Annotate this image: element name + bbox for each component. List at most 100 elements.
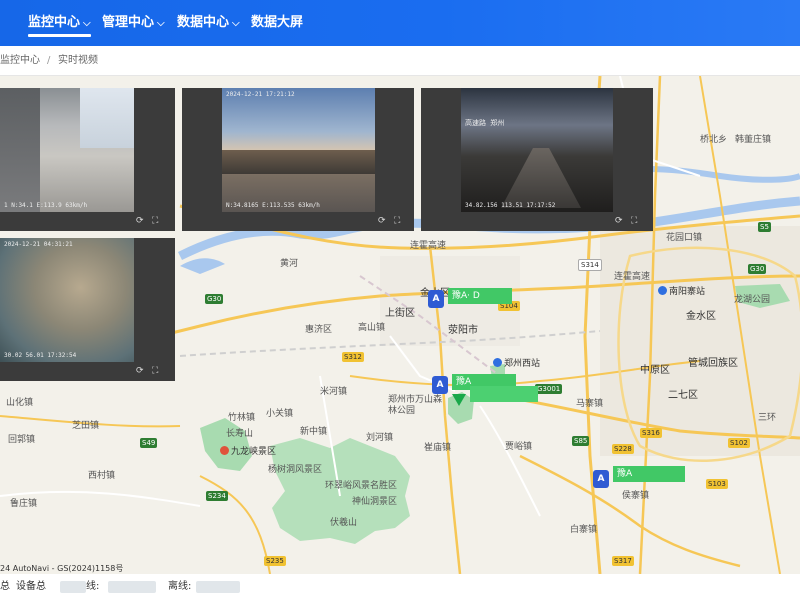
poi-zhengzhou-west-station[interactable]: 郑州西站	[493, 356, 540, 369]
nav-monitor-center[interactable]: 监控中心 ⌵	[28, 0, 91, 46]
fullscreen-icon[interactable]: ⛶	[394, 216, 400, 226]
nav-data-center[interactable]: 数据中心 ⌵	[177, 0, 240, 46]
map-label: 桥北乡	[700, 135, 728, 145]
road-shield: S228	[612, 444, 634, 454]
redacted-value	[196, 581, 240, 593]
road-shield: S316	[640, 428, 662, 438]
vehicle-direction-icon	[452, 394, 466, 406]
map-label: 黄河	[280, 259, 299, 269]
vehicle-marker[interactable]: A	[428, 290, 444, 308]
map-label: 白寨镇	[570, 525, 598, 535]
poi-jiulong-gorge[interactable]: 九龙峡景区	[220, 444, 276, 457]
status-bar: 总 设备总 线: 离线:	[0, 574, 800, 600]
breadcrumb-item-realtime-video: 实时视频	[58, 55, 98, 66]
redacted-value	[60, 581, 86, 593]
breadcrumb: 监控中心 / 实时视频	[0, 46, 800, 76]
vehicle-marker[interactable]: A	[593, 470, 609, 488]
video-tile-1[interactable]: 1 N:34.1 E:113.9 63km/h ⟳ ⛶	[0, 88, 175, 231]
map-label: 崔庙镇	[424, 443, 452, 453]
fullscreen-icon[interactable]: ⛶	[152, 216, 158, 226]
status-label: 总	[0, 581, 10, 592]
map-label: 龙湖公园	[734, 295, 771, 305]
chevron-down-icon: ⌵	[232, 18, 240, 29]
map-copyright: 24 AutoNavi - GS(2024)1158号	[0, 564, 124, 573]
video-frame: 2024-12-21 17:21:12 N:34.8165 E:113.535 …	[222, 88, 375, 212]
map-label: 三环	[758, 413, 777, 423]
map-label: 芝田镇	[72, 421, 100, 431]
road-shield: G30	[205, 294, 224, 304]
vehicle-plate-label[interactable]: 豫A· D	[448, 288, 512, 304]
video-tile-3[interactable]: 高速路 郑州 34.82.156 113.51 17:17:52 ⟳ ⛶	[421, 88, 653, 231]
map-label: 长寿山	[226, 429, 254, 439]
refresh-icon[interactable]: ⟳	[136, 216, 144, 226]
map-label: 杨树洞风景区	[268, 465, 323, 475]
map-label: 韩董庄镇	[735, 135, 772, 145]
map-label: 神仙洞景区	[352, 497, 398, 507]
map-label: 鲁庄镇	[10, 499, 38, 509]
video-osd-bottom: N:34.8165 E:113.535 63km/h	[226, 202, 320, 209]
map-label: 回郭镇	[8, 435, 36, 445]
map-label: 郑州市万山森林公园	[388, 395, 443, 416]
chevron-down-icon: ⌵	[83, 18, 91, 29]
map-label: 山化镇	[6, 398, 34, 408]
location-pin-icon	[220, 446, 229, 455]
nav-management-center[interactable]: 管理中心 ⌵	[102, 0, 165, 46]
breadcrumb-item-monitor[interactable]: 监控中心	[0, 46, 40, 75]
map-label: 连霍高速	[410, 241, 447, 251]
map-label: 竹林镇	[228, 413, 256, 423]
map-label: 米河镇	[320, 387, 348, 397]
map-label: 连霍高速	[614, 272, 651, 282]
map-label: 上街区	[385, 308, 415, 319]
map-label: 二七区	[668, 390, 698, 401]
device-total-label: 设备总	[16, 581, 46, 592]
video-frame: 1 N:34.1 E:113.9 63km/h	[0, 88, 134, 212]
video-osd-top: 2024-12-21 04:31:21	[4, 241, 73, 248]
road-shield: S235	[264, 556, 286, 566]
vehicle-marker[interactable]: A	[432, 376, 448, 394]
map-label: 金水区	[686, 311, 716, 322]
refresh-icon[interactable]: ⟳	[615, 216, 623, 226]
road-shield: G30	[748, 264, 767, 274]
video-frame: 高速路 郑州 34.82.156 113.51 17:17:52	[461, 88, 613, 212]
poi-nanyangzhai-station[interactable]: 南阳寨站	[658, 284, 705, 297]
fullscreen-icon[interactable]: ⛶	[631, 216, 637, 226]
nav-label: 监控中心	[28, 15, 81, 30]
map-label: 环翠峪风景名胜区	[325, 481, 398, 491]
vehicle-plate-label-blur	[470, 386, 538, 402]
top-nav: 监控中心 ⌵ 管理中心 ⌵ 数据中心 ⌵ 数据大屏	[0, 0, 800, 46]
map-label: 刘河镇	[366, 433, 394, 443]
refresh-icon[interactable]: ⟳	[378, 216, 386, 226]
road-shield: S103	[706, 479, 728, 489]
road-shield: S102	[728, 438, 750, 448]
map-label: 马寨镇	[576, 399, 604, 409]
video-osd-top: 2024-12-21 17:21:12	[226, 91, 295, 98]
nav-label: 数据中心	[177, 15, 230, 30]
road-shield: S312	[342, 352, 364, 362]
vehicle-plate-label[interactable]: 豫A	[613, 466, 685, 482]
map-view[interactable]: 连霍高速 连霍高速 黄河 金水区 上街区 荥阳市 高山镇 中原区 管城回族区 二…	[0, 76, 800, 574]
nav-data-screen[interactable]: 数据大屏	[251, 0, 303, 46]
video-tile-4[interactable]: 2024-12-21 04:31:21 30.02 56.01 17:32:54…	[0, 238, 175, 381]
road-shield: G3001	[535, 384, 563, 394]
road-shield: S5	[758, 222, 771, 232]
fullscreen-icon[interactable]: ⛶	[152, 366, 158, 376]
map-label: 新中镇	[300, 427, 328, 437]
video-osd-bottom: 34.82.156 113.51 17:17:52	[465, 202, 556, 209]
online-label: 线:	[86, 581, 100, 592]
breadcrumb-separator: /	[47, 55, 51, 66]
map-label: 伏羲山	[330, 518, 358, 528]
map-label: 侯寨镇	[622, 491, 650, 501]
map-label: 荥阳市	[448, 325, 478, 336]
video-osd-bottom: 1 N:34.1 E:113.9 63km/h	[4, 202, 88, 209]
map-label: 中原区	[640, 365, 670, 376]
road-shield: S85	[572, 436, 590, 446]
nav-label: 数据大屏	[251, 15, 304, 30]
map-label: 惠济区	[305, 325, 333, 335]
refresh-icon[interactable]: ⟳	[136, 366, 144, 376]
video-osd-bottom: 30.02 56.01 17:32:54	[4, 352, 77, 359]
road-shield: S317	[612, 556, 634, 566]
video-frame: 2024-12-21 04:31:21 30.02 56.01 17:32:54	[0, 238, 134, 362]
video-tile-2[interactable]: 2024-12-21 17:21:12 N:34.8165 E:113.535 …	[182, 88, 414, 231]
nav-label: 管理中心	[102, 15, 155, 30]
map-label: 管城回族区	[688, 358, 738, 369]
